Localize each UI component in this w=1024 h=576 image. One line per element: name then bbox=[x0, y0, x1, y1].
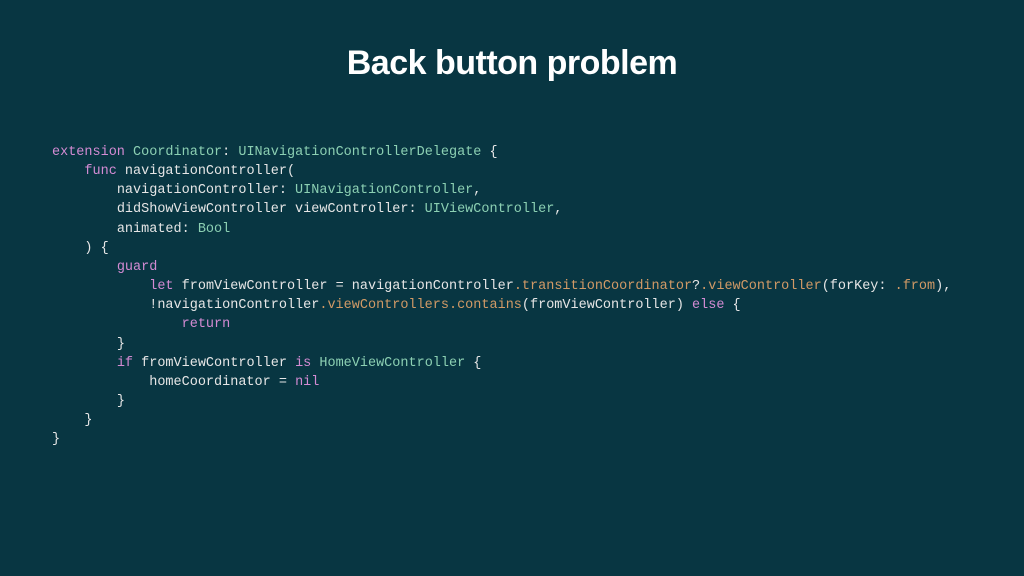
code-token: ( bbox=[287, 164, 295, 179]
code-token: : bbox=[182, 222, 198, 237]
code-token bbox=[52, 356, 117, 371]
code-token bbox=[52, 279, 149, 294]
code-token: = bbox=[271, 375, 295, 390]
code-token: ), bbox=[935, 279, 951, 294]
code-token: Coordinator bbox=[133, 145, 222, 160]
code-token bbox=[52, 337, 117, 352]
code-token bbox=[52, 164, 84, 179]
code-token bbox=[52, 222, 117, 237]
code-token: (fromViewController) bbox=[522, 298, 692, 313]
code-token: navigationController bbox=[157, 298, 319, 313]
code-token: , bbox=[473, 183, 481, 198]
code-token: } bbox=[52, 432, 60, 447]
code-token: is bbox=[295, 356, 311, 371]
code-token: else bbox=[692, 298, 724, 313]
code-token: func bbox=[84, 164, 116, 179]
code-token: { bbox=[724, 298, 740, 313]
code-token: navigationController bbox=[117, 183, 279, 198]
code-token bbox=[52, 202, 117, 217]
code-token: fromViewController bbox=[182, 279, 328, 294]
code-token: .contains bbox=[449, 298, 522, 313]
code-token bbox=[52, 260, 117, 275]
code-token: ? bbox=[692, 279, 700, 294]
code-token: { bbox=[465, 356, 481, 371]
code-token: : bbox=[222, 145, 238, 160]
code-token: navigationController bbox=[352, 279, 514, 294]
code-token bbox=[52, 375, 149, 390]
code-token: : bbox=[279, 183, 295, 198]
code-token: UINavigationControllerDelegate bbox=[238, 145, 481, 160]
code-token bbox=[52, 317, 182, 332]
code-token: : bbox=[408, 202, 424, 217]
code-token: extension bbox=[52, 145, 125, 160]
code-token: return bbox=[182, 317, 231, 332]
code-token bbox=[117, 164, 125, 179]
code-token: .viewControllers bbox=[319, 298, 449, 313]
code-token: , bbox=[554, 202, 562, 217]
code-token: .transitionCoordinator bbox=[514, 279, 692, 294]
code-token: ) { bbox=[84, 241, 108, 256]
code-token bbox=[174, 279, 182, 294]
code-token bbox=[133, 356, 141, 371]
code-token: } bbox=[117, 394, 125, 409]
code-token bbox=[52, 298, 149, 313]
code-token: let bbox=[149, 279, 173, 294]
code-token bbox=[52, 241, 84, 256]
code-token bbox=[287, 356, 295, 371]
code-token: homeCoordinator bbox=[149, 375, 271, 390]
code-token: = bbox=[327, 279, 351, 294]
code-token bbox=[125, 145, 133, 160]
code-token: didShowViewController viewController bbox=[117, 202, 409, 217]
slide-title: Back button problem bbox=[52, 44, 972, 83]
code-token: fromViewController bbox=[141, 356, 287, 371]
code-token: { bbox=[481, 145, 497, 160]
code-token: if bbox=[117, 356, 133, 371]
code-token bbox=[52, 413, 84, 428]
code-token: } bbox=[117, 337, 125, 352]
code-token: (forKey: bbox=[822, 279, 895, 294]
code-token: } bbox=[84, 413, 92, 428]
code-token: navigationController bbox=[125, 164, 287, 179]
code-token: .from bbox=[895, 279, 936, 294]
code-token bbox=[52, 394, 117, 409]
code-block: extension Coordinator: UINavigationContr… bbox=[52, 143, 972, 450]
code-token: UINavigationController bbox=[295, 183, 473, 198]
code-token: animated bbox=[117, 222, 182, 237]
slide: Back button problem extension Coordinato… bbox=[0, 0, 1024, 576]
code-token: .viewController bbox=[700, 279, 822, 294]
code-token: Bool bbox=[198, 222, 230, 237]
code-token: nil bbox=[295, 375, 319, 390]
code-token bbox=[52, 183, 117, 198]
code-token: HomeViewController bbox=[319, 356, 465, 371]
code-token: UIViewController bbox=[425, 202, 555, 217]
code-token: guard bbox=[117, 260, 158, 275]
